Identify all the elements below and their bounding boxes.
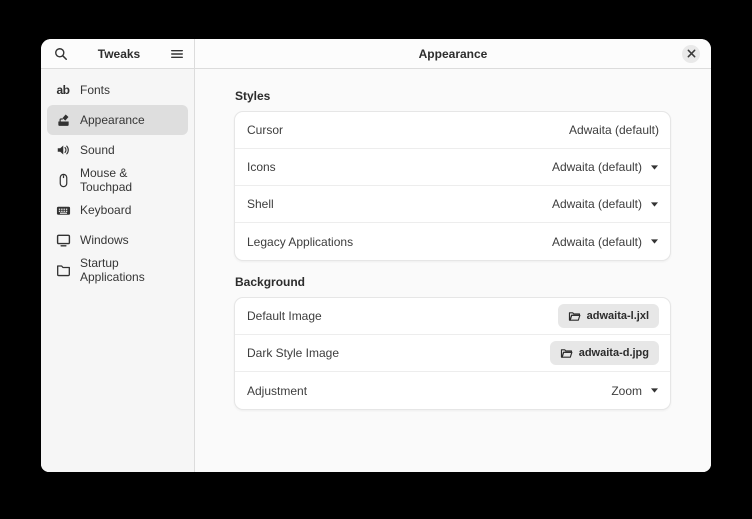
- styles-section: Styles Cursor Adwaita (default) Icons Ad…: [234, 89, 671, 261]
- legacy-applications-dropdown[interactable]: Adwaita (default): [552, 235, 659, 249]
- sidebar-item-label: Appearance: [80, 113, 145, 127]
- chevron-down-icon: [650, 164, 659, 171]
- file-button-label: adwaita-l.jxl: [587, 310, 649, 322]
- chevron-down-icon: [650, 238, 659, 245]
- file-button-label: adwaita-d.jpg: [579, 347, 649, 359]
- close-icon: [687, 49, 696, 58]
- page-title: Appearance: [419, 47, 488, 61]
- background-section: Background Default Image adwaita-l.jxl D…: [234, 275, 671, 410]
- sidebar-item-appearance[interactable]: Appearance: [47, 105, 188, 135]
- sidebar-title: Tweaks: [68, 47, 170, 61]
- sidebar-item-label: Windows: [80, 233, 129, 247]
- row-shell: Shell Adwaita (default): [235, 186, 670, 223]
- sound-icon: [55, 142, 71, 158]
- chevron-down-icon: [650, 387, 659, 394]
- row-cursor: Cursor Adwaita (default): [235, 112, 670, 149]
- keyboard-icon: [55, 202, 71, 218]
- shell-dropdown[interactable]: Adwaita (default): [552, 197, 659, 211]
- sidebar-item-keyboard[interactable]: Keyboard: [47, 195, 188, 225]
- menu-button[interactable]: [170, 47, 184, 61]
- search-icon: [54, 47, 68, 61]
- hamburger-icon: [170, 47, 184, 61]
- adjustment-dropdown[interactable]: Zoom: [611, 384, 659, 398]
- styles-card: Cursor Adwaita (default) Icons Adwaita (…: [234, 111, 671, 261]
- row-icons: Icons Adwaita (default): [235, 149, 670, 186]
- search-button[interactable]: [54, 47, 68, 61]
- fonts-icon: ab: [55, 82, 71, 98]
- mouse-icon: [55, 172, 71, 188]
- sidebar-item-label: Mouse & Touchpad: [80, 166, 180, 194]
- sidebar-item-mouse-touchpad[interactable]: Mouse & Touchpad: [47, 165, 188, 195]
- close-button[interactable]: [682, 45, 700, 63]
- sidebar-item-label: Fonts: [80, 83, 110, 97]
- sidebar: ab Fonts Appearance Sound Mouse & Touch: [41, 69, 195, 472]
- sidebar-item-label: Keyboard: [80, 203, 131, 217]
- sidebar-item-startup-applications[interactable]: Startup Applications: [47, 255, 188, 285]
- row-dark-style-image: Dark Style Image adwaita-d.jpg: [235, 335, 670, 372]
- app-body: ab Fonts Appearance Sound Mouse & Touch: [41, 69, 711, 472]
- sidebar-item-sound[interactable]: Sound: [47, 135, 188, 165]
- row-legacy-applications: Legacy Applications Adwaita (default): [235, 223, 670, 260]
- sidebar-item-label: Startup Applications: [80, 256, 180, 284]
- dark-style-image-file-button[interactable]: adwaita-d.jpg: [550, 341, 659, 365]
- background-card: Default Image adwaita-l.jxl Dark Style I…: [234, 297, 671, 410]
- section-title-styles: Styles: [235, 89, 671, 103]
- row-default-image: Default Image adwaita-l.jxl: [235, 298, 670, 335]
- tweaks-window: Tweaks Appearance ab Fonts: [41, 39, 711, 472]
- appearance-icon: [55, 112, 71, 128]
- default-image-file-button[interactable]: adwaita-l.jxl: [558, 304, 659, 328]
- titlebar: Tweaks Appearance: [41, 39, 711, 69]
- row-adjustment: Adjustment Zoom: [235, 372, 670, 409]
- sidebar-item-windows[interactable]: Windows: [47, 225, 188, 255]
- sidebar-headerbar: Tweaks: [41, 39, 195, 68]
- windows-icon: [55, 232, 71, 248]
- folder-open-icon: [560, 347, 573, 360]
- icons-dropdown[interactable]: Adwaita (default): [552, 160, 659, 174]
- chevron-down-icon: [650, 201, 659, 208]
- section-title-background: Background: [235, 275, 671, 289]
- sidebar-item-label: Sound: [80, 143, 115, 157]
- sidebar-item-fonts[interactable]: ab Fonts: [47, 75, 188, 105]
- folder-open-icon: [568, 310, 581, 323]
- main-headerbar: Appearance: [195, 39, 711, 68]
- cursor-value: Adwaita (default): [569, 123, 659, 137]
- appearance-panel: Styles Cursor Adwaita (default) Icons Ad…: [195, 69, 711, 472]
- folder-icon: [55, 262, 71, 278]
